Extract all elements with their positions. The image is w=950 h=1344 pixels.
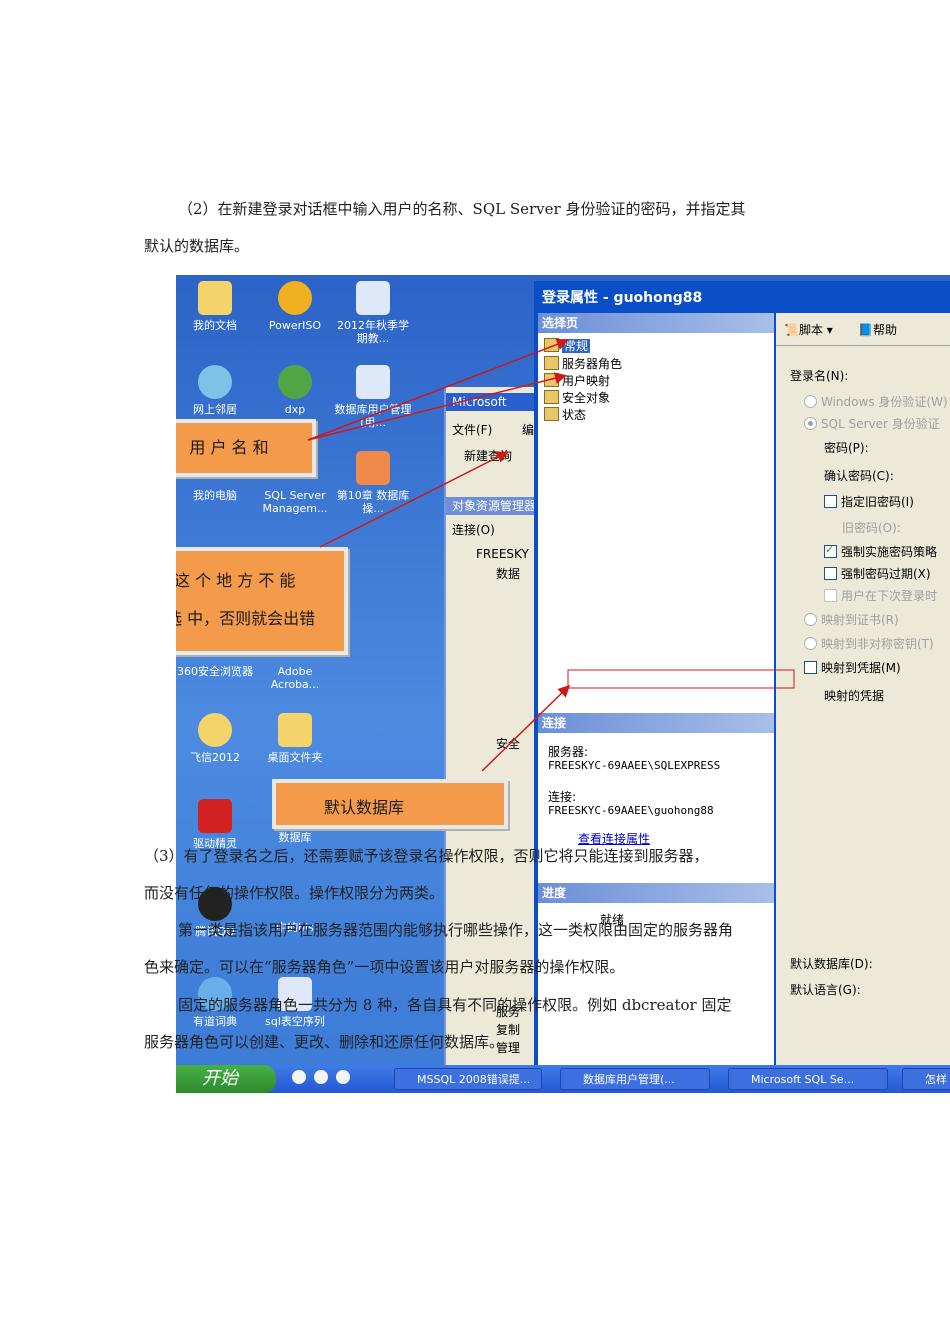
taskbar-item[interactable]: Microsoft SQL Se... (728, 1068, 888, 1090)
para3-line2: 色来确定。可以在“服务器角色”一项中设置该用户对服务器的操作权限。 (144, 958, 625, 976)
para2-line2: 而没有任何的操作权限。操作权限分为两类。 (144, 884, 445, 902)
browser-icon[interactable] (336, 1070, 350, 1084)
search-icon[interactable] (314, 1070, 328, 1084)
taskbar: 开始 MSSQL 2008错误提... 数据库用户管理(... Microsof… (176, 1065, 950, 1093)
arrow-line (307, 372, 567, 441)
para1-line2: 默认的数据库。 (144, 237, 250, 255)
para4-line1: 固定的服务器角色一共分为 8 种，各自具有不同的操作权限。例如 dbcreato… (178, 996, 732, 1014)
taskbar-item[interactable]: MSSQL 2008错误提... (394, 1068, 542, 1090)
arrow-line (307, 338, 569, 441)
highlight-box (567, 669, 795, 689)
ie-icon[interactable] (292, 1070, 306, 1084)
para1-line1: （2）在新建登录对话框中输入用户的名称、SQL Server 身份验证的密码，并… (178, 200, 746, 218)
arrow-line (481, 684, 571, 772)
start-button[interactable]: 开始 (176, 1065, 276, 1093)
para4-line2: 服务器角色可以创建、更改、删除和还原任何数据库。 (144, 1033, 505, 1051)
arrow-line (319, 451, 509, 548)
para2-line1: （3）有了登录名之后，还需要赋予该登录名操作权限，否则它将只能连接到服务器， (144, 847, 709, 865)
para3-line1: 第一类是指该用户在服务器范围内能够执行哪些操作，这一类权限由固定的服务器角 (178, 921, 734, 939)
taskbar-item[interactable]: 怎样 (902, 1068, 950, 1090)
taskbar-item[interactable]: 数据库用户管理(... (560, 1068, 710, 1090)
